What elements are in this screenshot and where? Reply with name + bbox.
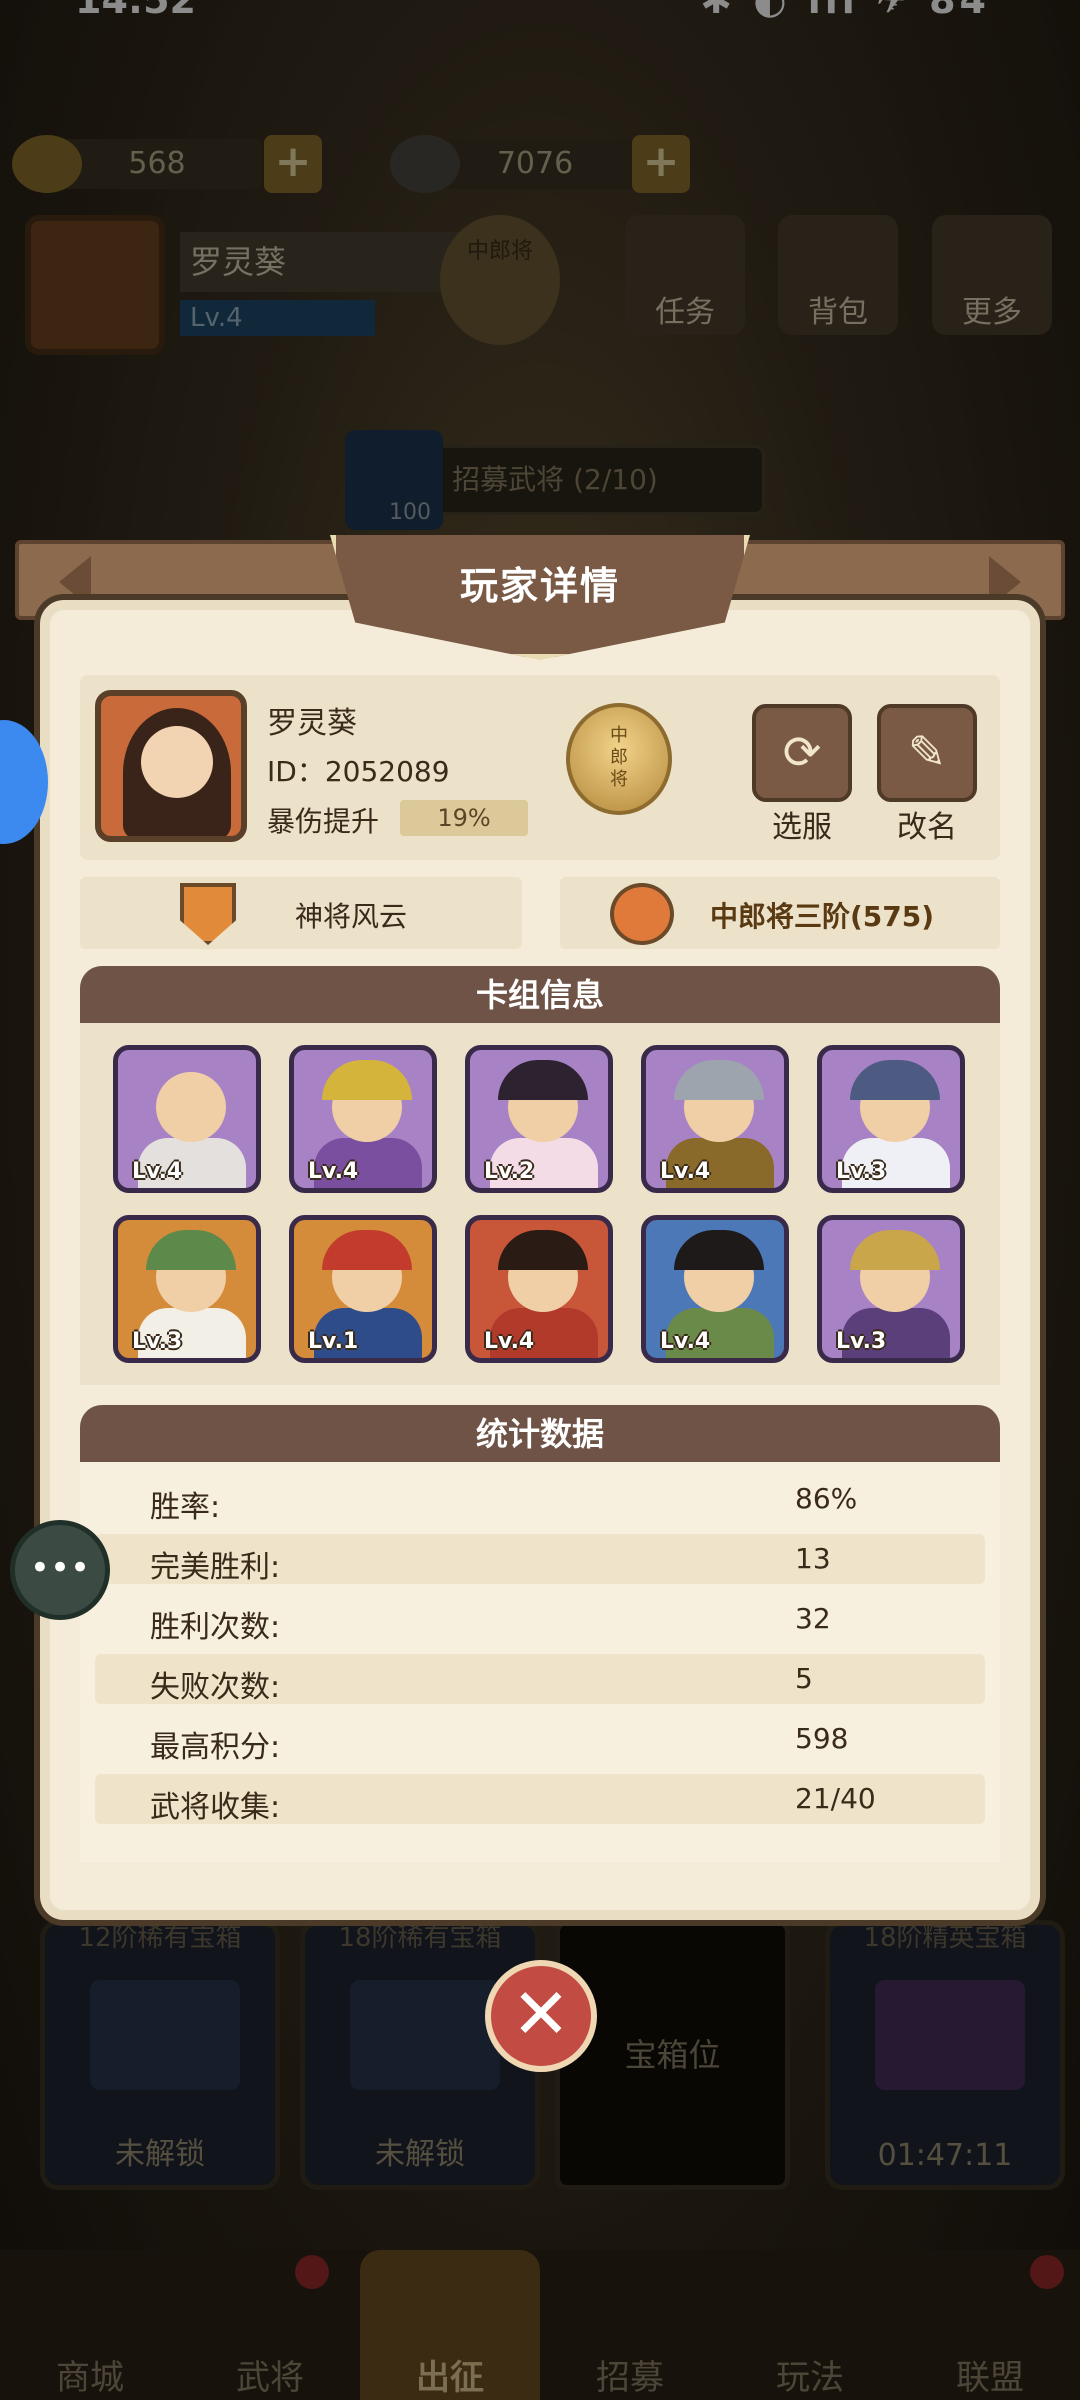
hero-card-3[interactable]: Lv.2 (465, 1045, 613, 1193)
hero-helm (850, 1060, 940, 1100)
hero-helm (674, 1060, 764, 1100)
hero-card-9[interactable]: Lv.4 (641, 1215, 789, 1363)
stat-value: 5 (795, 1662, 813, 1695)
rename-button[interactable]: ✎ (877, 704, 977, 802)
hero-card-6[interactable]: Lv.3 (113, 1215, 261, 1363)
stat-value: 598 (795, 1722, 849, 1755)
hero-head (156, 1072, 226, 1142)
hero-card-4[interactable]: Lv.4 (641, 1045, 789, 1193)
stat-value: 13 (795, 1542, 831, 1575)
modal-title: 玩家详情 (459, 564, 620, 608)
stat-label: 胜利次数: (150, 1610, 281, 1645)
hero-hair (498, 1060, 588, 1100)
stat-row-perfect: 完美胜利: 13 (95, 1534, 985, 1585)
crit-label: 暴伤提升 (267, 805, 380, 838)
stat-row-winrate: 胜率: 86% (95, 1474, 985, 1525)
close-button[interactable]: ✕ (485, 1960, 597, 2072)
hero-hair (498, 1230, 588, 1270)
stat-row-highscore: 最高积分: 598 (95, 1714, 985, 1765)
deck-header: 卡组信息 (80, 966, 1000, 1024)
shield-icon (180, 883, 236, 945)
stat-label: 失败次数: (150, 1670, 281, 1705)
player-avatar[interactable] (95, 690, 247, 842)
pencil-icon: ✎ (907, 725, 947, 779)
hero-helm (322, 1230, 412, 1270)
stat-label: 完美胜利: (150, 1550, 281, 1585)
select-server-button[interactable]: ⟳ (752, 704, 852, 802)
hero-card-10[interactable]: Lv.3 (817, 1215, 965, 1363)
stat-value: 21/40 (795, 1782, 876, 1815)
hero-level: Lv.4 (660, 1329, 711, 1354)
stat-value: 86% (795, 1482, 858, 1515)
chat-icon: ••• (29, 1548, 91, 1588)
hero-level: Lv.3 (836, 1159, 887, 1184)
chat-button[interactable]: ••• (10, 1520, 110, 1620)
hero-card-1[interactable]: Lv.4 (113, 1045, 261, 1193)
close-icon: ✕ (511, 1973, 571, 2055)
hero-card-2[interactable]: Lv.4 (289, 1045, 437, 1193)
stat-row-losses: 失败次数: 5 (95, 1654, 985, 1705)
hero-level: Lv.3 (132, 1329, 183, 1354)
hero-level: Lv.3 (836, 1329, 887, 1354)
rank-tier-button[interactable]: 中郎将三阶(575) (560, 877, 1000, 949)
legend-ranking-label: 神将风云 (295, 900, 408, 933)
hero-card-8[interactable]: Lv.4 (465, 1215, 613, 1363)
hero-level: Lv.1 (308, 1329, 359, 1354)
legend-ranking-button[interactable]: 神将风云 (80, 877, 522, 949)
hero-level: Lv.4 (308, 1159, 359, 1184)
avatar-face (141, 726, 213, 798)
stat-label: 胜率: (150, 1490, 221, 1525)
hero-level: Lv.2 (484, 1159, 535, 1184)
player-name: 罗灵葵 (267, 706, 357, 741)
hero-helm (850, 1230, 940, 1270)
hero-card-7[interactable]: Lv.1 (289, 1215, 437, 1363)
hero-level: Lv.4 (132, 1159, 183, 1184)
rank-medal-text: 中郎将 (610, 725, 628, 790)
crit-value: 19% (400, 800, 528, 836)
stat-label: 武将收集: (150, 1790, 281, 1825)
rank-tier-label: 中郎将三阶(575) (710, 900, 935, 933)
hero-hair (674, 1230, 764, 1270)
stat-row-collection: 武将收集: 21/40 (95, 1774, 985, 1825)
hero-level: Lv.4 (660, 1159, 711, 1184)
hero-hat (146, 1230, 236, 1270)
hero-card-5[interactable]: Lv.3 (817, 1045, 965, 1193)
rank-medal[interactable]: 中郎将 (566, 703, 672, 815)
rename-label: 改名 (897, 810, 957, 845)
stat-value: 32 (795, 1602, 831, 1635)
player-id: ID：2052089 (267, 755, 450, 788)
stat-row-wins: 胜利次数: 32 (95, 1594, 985, 1645)
refresh-icon: ⟳ (782, 725, 822, 779)
stats-header: 统计数据 (80, 1405, 1000, 1463)
pouch-icon (610, 883, 674, 945)
hero-level: Lv.4 (484, 1329, 535, 1354)
stat-label: 最高积分: (150, 1730, 281, 1765)
select-server-label: 选服 (772, 810, 832, 845)
hero-helm (322, 1060, 412, 1100)
